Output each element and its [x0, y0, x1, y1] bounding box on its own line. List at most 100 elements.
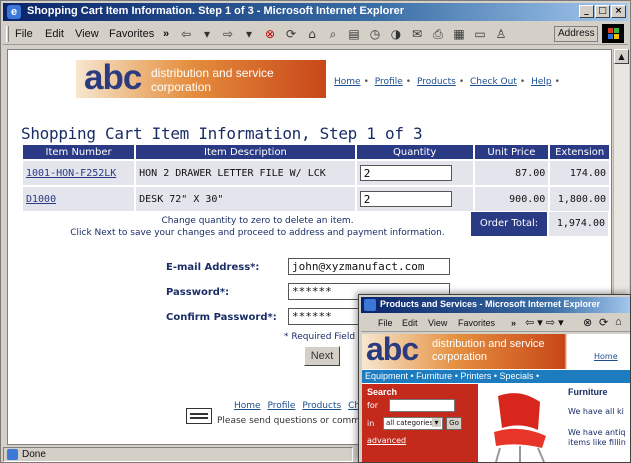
advanced-search-link[interactable]: advanced: [367, 436, 406, 445]
history-icon[interactable]: ◷: [367, 26, 383, 42]
nav-link-checkout[interactable]: Check Out: [470, 77, 517, 87]
search-title: Search: [367, 387, 398, 397]
cart-note-delete: Change quantity to zero to delete an ite…: [161, 216, 354, 226]
nav-link-home[interactable]: Home: [334, 77, 361, 87]
edit-icon[interactable]: ▦: [451, 26, 467, 42]
refresh-icon[interactable]: ⟳: [283, 26, 299, 42]
order-total-label: Order Total:: [471, 212, 547, 236]
mail-icon[interactable]: [186, 408, 212, 424]
quantity-input[interactable]: [359, 191, 452, 207]
footer-link-home[interactable]: Home: [234, 401, 261, 411]
home-icon[interactable]: ⌂: [304, 26, 320, 42]
stop-icon[interactable]: ⊗: [583, 316, 592, 329]
item-number-link[interactable]: D1000: [26, 194, 56, 205]
chevron-icon[interactable]: »: [163, 28, 169, 40]
forward-icon[interactable]: ⇨: [220, 26, 236, 42]
footer-link-profile[interactable]: Profile: [267, 401, 295, 411]
col-quantity: Quantity: [356, 145, 473, 159]
products-window[interactable]: Products and Services - Microsoft Intern…: [358, 294, 631, 463]
products-window-title-bar[interactable]: Products and Services - Microsoft Intern…: [361, 297, 630, 313]
chair-image: [480, 386, 562, 462]
nav-link-profile[interactable]: Profile: [375, 77, 403, 87]
maximize-button[interactable]: □: [595, 5, 610, 18]
email-label: E-mail Address*:: [166, 262, 260, 273]
unit-price-cell: 900.00: [474, 187, 549, 211]
nav-link-home[interactable]: Home: [594, 352, 618, 361]
top-navigation: Home • Profile • Products • Check Out • Help…: [334, 77, 560, 87]
furniture-text-2b: items like fillin: [568, 438, 626, 447]
back-icon[interactable]: ⇦: [178, 26, 194, 42]
furniture-text-2a: We have antiq: [568, 428, 626, 437]
nav-link-products[interactable]: Products: [417, 77, 456, 87]
menu-file[interactable]: File: [378, 318, 393, 328]
order-total-value: 1,974.00: [549, 212, 608, 236]
table-row: 1001-HON-F252LK HON 2 DRAWER LETTER FILE…: [23, 161, 609, 185]
favorites-icon[interactable]: ▤: [346, 26, 362, 42]
furniture-text-2: We have antiq items like fillin: [568, 428, 626, 448]
search-for-label: for: [367, 401, 378, 410]
search-input[interactable]: [389, 399, 455, 412]
col-item-description: Item Description: [136, 145, 355, 159]
mail-icon[interactable]: ✉: [409, 26, 425, 42]
address-label[interactable]: Address: [554, 26, 598, 42]
footer-note: Please send questions or commen: [217, 416, 372, 426]
nav-link-help[interactable]: Help: [531, 77, 552, 87]
menu-edit[interactable]: Edit: [45, 28, 64, 40]
status-bar: Done: [3, 447, 353, 462]
dropdown-arrow-icon[interactable]: ▾: [199, 26, 215, 42]
stop-icon[interactable]: ⊗: [262, 26, 278, 42]
item-number-link[interactable]: 1001-HON-F252LK: [26, 168, 116, 179]
menu-favorites[interactable]: Favorites: [458, 318, 495, 328]
products-page: abc distribution and service corporation…: [362, 331, 630, 462]
unit-price-cell: 87.00: [474, 161, 549, 185]
search-icon[interactable]: ⌕: [325, 26, 341, 42]
table-header-row: Item Number Item Description Quantity Un…: [23, 145, 609, 159]
confirm-password-label: Confirm Password*:: [166, 312, 277, 323]
item-number-cell: 1001-HON-F252LK: [23, 161, 135, 185]
company-logo: abc: [366, 331, 419, 367]
item-description-cell: HON 2 DRAWER LETTER FILE W/ LCK: [136, 161, 355, 185]
footer-link-products[interactable]: Products: [302, 401, 341, 411]
banner-tagline-2: corporation: [151, 80, 212, 94]
discuss-icon[interactable]: ▭: [472, 26, 488, 42]
menu-file[interactable]: File: [15, 28, 33, 40]
menu-view[interactable]: View: [75, 28, 99, 40]
refresh-icon[interactable]: ⟳: [599, 316, 608, 329]
go-button[interactable]: Go: [446, 417, 462, 430]
products-window-title: Products and Services - Microsoft Intern…: [380, 299, 601, 309]
page-title: Shopping Cart Item Information, Step 1 o…: [21, 124, 423, 143]
col-extension: Extension: [550, 145, 609, 159]
category-nav[interactable]: Equipment • Furniture • Printers • Speci…: [362, 370, 630, 383]
menu-favorites[interactable]: Favorites: [109, 28, 154, 40]
category-select[interactable]: all categories: [383, 417, 443, 430]
print-icon[interactable]: ⎙: [430, 26, 446, 42]
menu-edit[interactable]: Edit: [402, 318, 418, 328]
quantity-input[interactable]: [359, 165, 452, 181]
menu-view[interactable]: View: [428, 318, 447, 328]
banner-tagline-1: distribution and service: [432, 338, 545, 350]
close-button[interactable]: ×: [611, 5, 626, 18]
ie-logo-icon: [364, 299, 376, 311]
password-label: Password*:: [166, 287, 230, 298]
products-menu-bar: File Edit View Favorites » ⇦ ▾ ⇨ ▾ ⊗ ⟳ ⌂: [361, 314, 630, 332]
email-field[interactable]: john@xyzmanufact.com: [288, 258, 450, 275]
toolbar-grip[interactable]: [6, 26, 9, 42]
required-field-note: * Required Field: [284, 332, 356, 342]
chevron-icon[interactable]: »: [511, 318, 516, 328]
furniture-text-1: We have all ki: [568, 407, 624, 416]
quantity-cell: [356, 187, 473, 211]
status-text: Done: [22, 449, 46, 460]
col-unit-price: Unit Price: [474, 145, 549, 159]
media-icon[interactable]: ◑: [388, 26, 404, 42]
scroll-up-icon[interactable]: ▲: [614, 49, 629, 64]
dropdown-arrow-icon[interactable]: ▾: [241, 26, 257, 42]
minimize-button[interactable]: _: [579, 5, 594, 18]
next-button[interactable]: Next: [304, 346, 340, 366]
search-in-label: in: [367, 419, 375, 428]
windows-logo-icon: [602, 24, 624, 43]
messenger-icon[interactable]: ♙: [493, 26, 509, 42]
page-status-icon: [7, 449, 18, 460]
search-panel: Search for in all categories Go advanced: [362, 384, 478, 462]
back-icon[interactable]: ⇦ ▾ ⇨ ▾: [525, 316, 564, 329]
home-icon[interactable]: ⌂: [615, 316, 622, 328]
